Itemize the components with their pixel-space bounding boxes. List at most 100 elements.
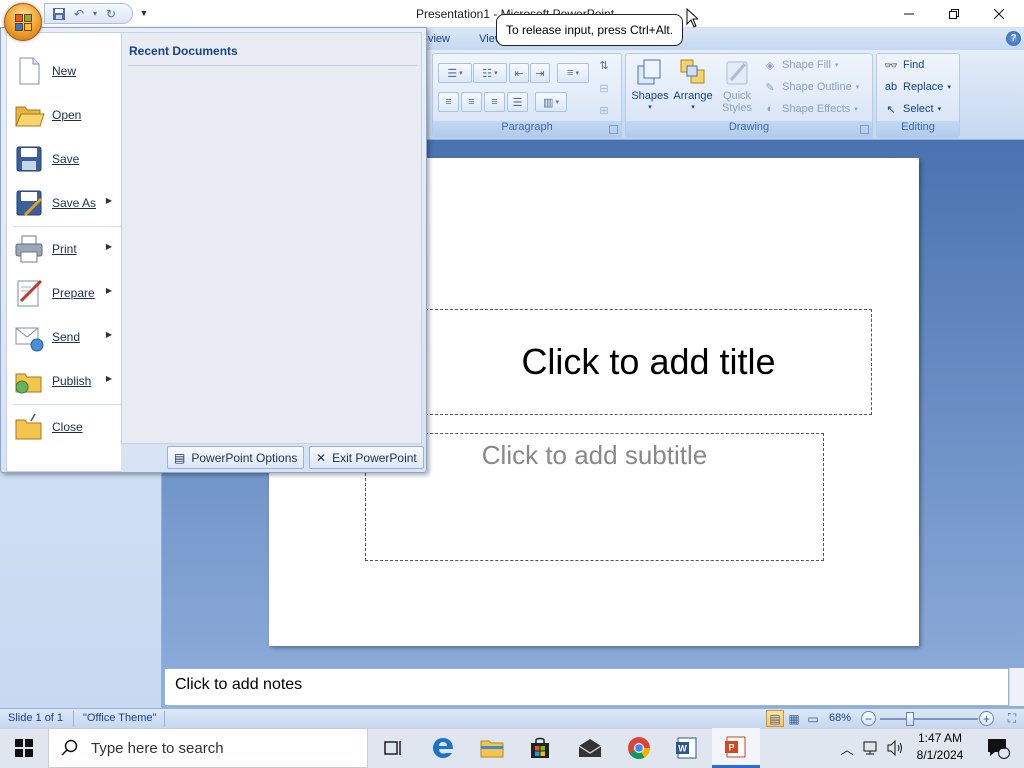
network-button[interactable] [860, 728, 884, 768]
paragraph-launcher-icon[interactable] [609, 125, 618, 134]
align-left-button[interactable]: ≡ [438, 92, 459, 112]
replace-label: Replace [903, 81, 944, 93]
redo-icon[interactable]: ↻ [103, 6, 119, 22]
cursor-icon: ↖ [886, 103, 896, 116]
align-center-icon: ≡ [468, 96, 475, 108]
open-folder-icon [15, 106, 45, 127]
menu-item-label: Send [52, 330, 81, 344]
minimize-button[interactable] [886, 0, 932, 28]
slide-sorter-button[interactable]: ▦ [785, 710, 803, 727]
word-taskbar-button[interactable]: W [663, 728, 711, 768]
decrease-indent-button[interactable]: ⇤ [509, 63, 529, 83]
shape-effects-button[interactable]: ◐ Shape Effects ▾ [762, 99, 858, 119]
arrange-button[interactable]: Arrange ▾ [672, 56, 714, 114]
zoom-slider[interactable] [880, 718, 978, 720]
text-direction-button[interactable]: ⇅ [593, 55, 615, 75]
find-button[interactable]: 👓 Find [883, 55, 924, 75]
edge-taskbar-button[interactable] [419, 728, 467, 768]
menu-item-save[interactable]: Save [7, 139, 121, 179]
zoom-slider-thumb[interactable] [906, 712, 914, 726]
align-text-button[interactable]: ⊟ [593, 78, 615, 98]
menu-item-send[interactable]: Send ▶ [7, 317, 121, 357]
chevron-down-icon[interactable]: ▾ [91, 6, 99, 22]
chrome-icon [628, 737, 650, 759]
office-menu-commands: New Open Save Save As ▶ Print ▶ Prepare … [6, 32, 121, 472]
select-button[interactable]: ↖ Select ▾ [883, 99, 941, 119]
send-icon [15, 327, 44, 352]
title-placeholder[interactable]: Click to add title [425, 309, 872, 415]
quick-access-toolbar: ↶ ▾ ↻ [44, 3, 133, 24]
menu-item-prepare[interactable]: Prepare ▶ [7, 273, 121, 313]
shape-outline-button[interactable]: ✎ Shape Outline ▾ [762, 77, 859, 97]
menu-item-print[interactable]: Print ▶ [7, 229, 121, 269]
action-center-button[interactable]: 2 [978, 728, 1018, 768]
drawing-launcher-icon[interactable] [860, 125, 869, 134]
align-right-button[interactable]: ≡ [484, 92, 505, 112]
numbering-button[interactable]: ☷ ▾ [473, 63, 507, 83]
subtitle-placeholder[interactable]: Click to add subtitle [365, 433, 824, 561]
arrange-icon [680, 59, 705, 84]
menu-item-label: Close [52, 420, 83, 434]
theme-name: "Office Theme" [83, 712, 157, 724]
tab-review[interactable]: view [424, 30, 454, 48]
menu-item-open[interactable]: Open [7, 95, 121, 135]
smartart-button[interactable]: ⊞ [593, 100, 615, 120]
increase-indent-button[interactable]: ⇥ [530, 63, 550, 83]
menu-item-save-as[interactable]: Save As ▶ [7, 183, 121, 223]
taskbar-clock[interactable]: 1:47 AM 8/1/2024 [900, 730, 980, 766]
shapes-label: Shapes [631, 90, 669, 102]
slide-show-button[interactable]: ▭ [804, 710, 822, 727]
office-logo-icon [15, 14, 23, 22]
menu-item-new[interactable]: New [7, 51, 121, 91]
effects-icon: ◐ [766, 103, 774, 115]
save-icon[interactable] [51, 6, 67, 22]
increase-indent-icon: ⇥ [535, 67, 545, 80]
bullets-button[interactable]: ☰ ▾ [438, 63, 472, 83]
task-view-icon [384, 741, 401, 755]
line-spacing-icon: ≡ [567, 67, 574, 79]
office-button[interactable] [4, 3, 42, 41]
undo-icon[interactable]: ↶ [71, 6, 87, 22]
customize-quick-access-icon[interactable]: ▼ [138, 6, 150, 20]
restore-button[interactable] [931, 0, 977, 28]
task-view-button[interactable] [368, 728, 416, 768]
save-as-icon [16, 190, 43, 217]
taskbar-search-box[interactable]: Type here to search [48, 728, 368, 768]
decrease-indent-icon: ⇤ [514, 67, 524, 80]
normal-view-button[interactable]: ▤ [766, 710, 784, 727]
svg-text:W: W [678, 744, 687, 754]
quick-styles-button[interactable]: Quick Styles [716, 56, 758, 114]
zoom-in-button[interactable]: + [979, 711, 994, 726]
columns-button[interactable]: ▥ ▾ [535, 92, 567, 112]
shape-fill-button[interactable]: ◈ Shape Fill ▾ [762, 55, 839, 75]
chevron-down-icon: ▾ [691, 104, 695, 111]
justify-button[interactable]: ☰ [507, 92, 528, 112]
help-icon[interactable]: ? [1006, 31, 1021, 46]
replace-button[interactable]: ab Replace ▾ [883, 77, 951, 97]
shapes-button[interactable]: Shapes ▾ [629, 56, 671, 114]
zoom-level[interactable]: 68% [829, 712, 851, 724]
menu-separator [13, 404, 121, 405]
notes-scrollbar[interactable] [1009, 668, 1024, 706]
close-icon: ✕ [316, 450, 327, 465]
menu-item-publish[interactable]: Publish ▶ [7, 361, 121, 401]
submenu-arrow-icon: ▶ [105, 242, 112, 251]
notes-pane[interactable]: Click to add notes [164, 668, 1009, 706]
align-center-button[interactable]: ≡ [461, 92, 482, 112]
zoom-out-button[interactable]: − [861, 711, 876, 726]
menu-item-close[interactable]: Close [7, 407, 121, 447]
close-window-button[interactable] [976, 0, 1022, 28]
exit-powerpoint-button[interactable]: ✕ Exit PowerPoint [309, 446, 424, 469]
powerpoint-taskbar-button[interactable]: P [712, 728, 760, 768]
show-hidden-icons-button[interactable]: ︿ [835, 728, 859, 768]
start-button[interactable] [0, 728, 48, 768]
mail-button[interactable] [566, 728, 614, 768]
fit-to-window-button[interactable]: ⛶ [1003, 710, 1021, 727]
chrome-button[interactable] [615, 728, 663, 768]
line-spacing-button[interactable]: ≡ ▾ [557, 63, 589, 83]
powerpoint-options-button[interactable]: ▤ PowerPoint Options [167, 446, 305, 469]
numbering-icon: ☷ [482, 67, 493, 80]
paragraph-group: ☰ ▾ ☷ ▾ ⇤ ⇥ ≡ ▾ ⇅ ≡ ≡ ≡ ☰ ▥ ▾ ⊟ ⊞ Paragraph [432, 53, 622, 138]
store-button[interactable] [516, 728, 564, 768]
file-explorer-button[interactable] [468, 728, 516, 768]
